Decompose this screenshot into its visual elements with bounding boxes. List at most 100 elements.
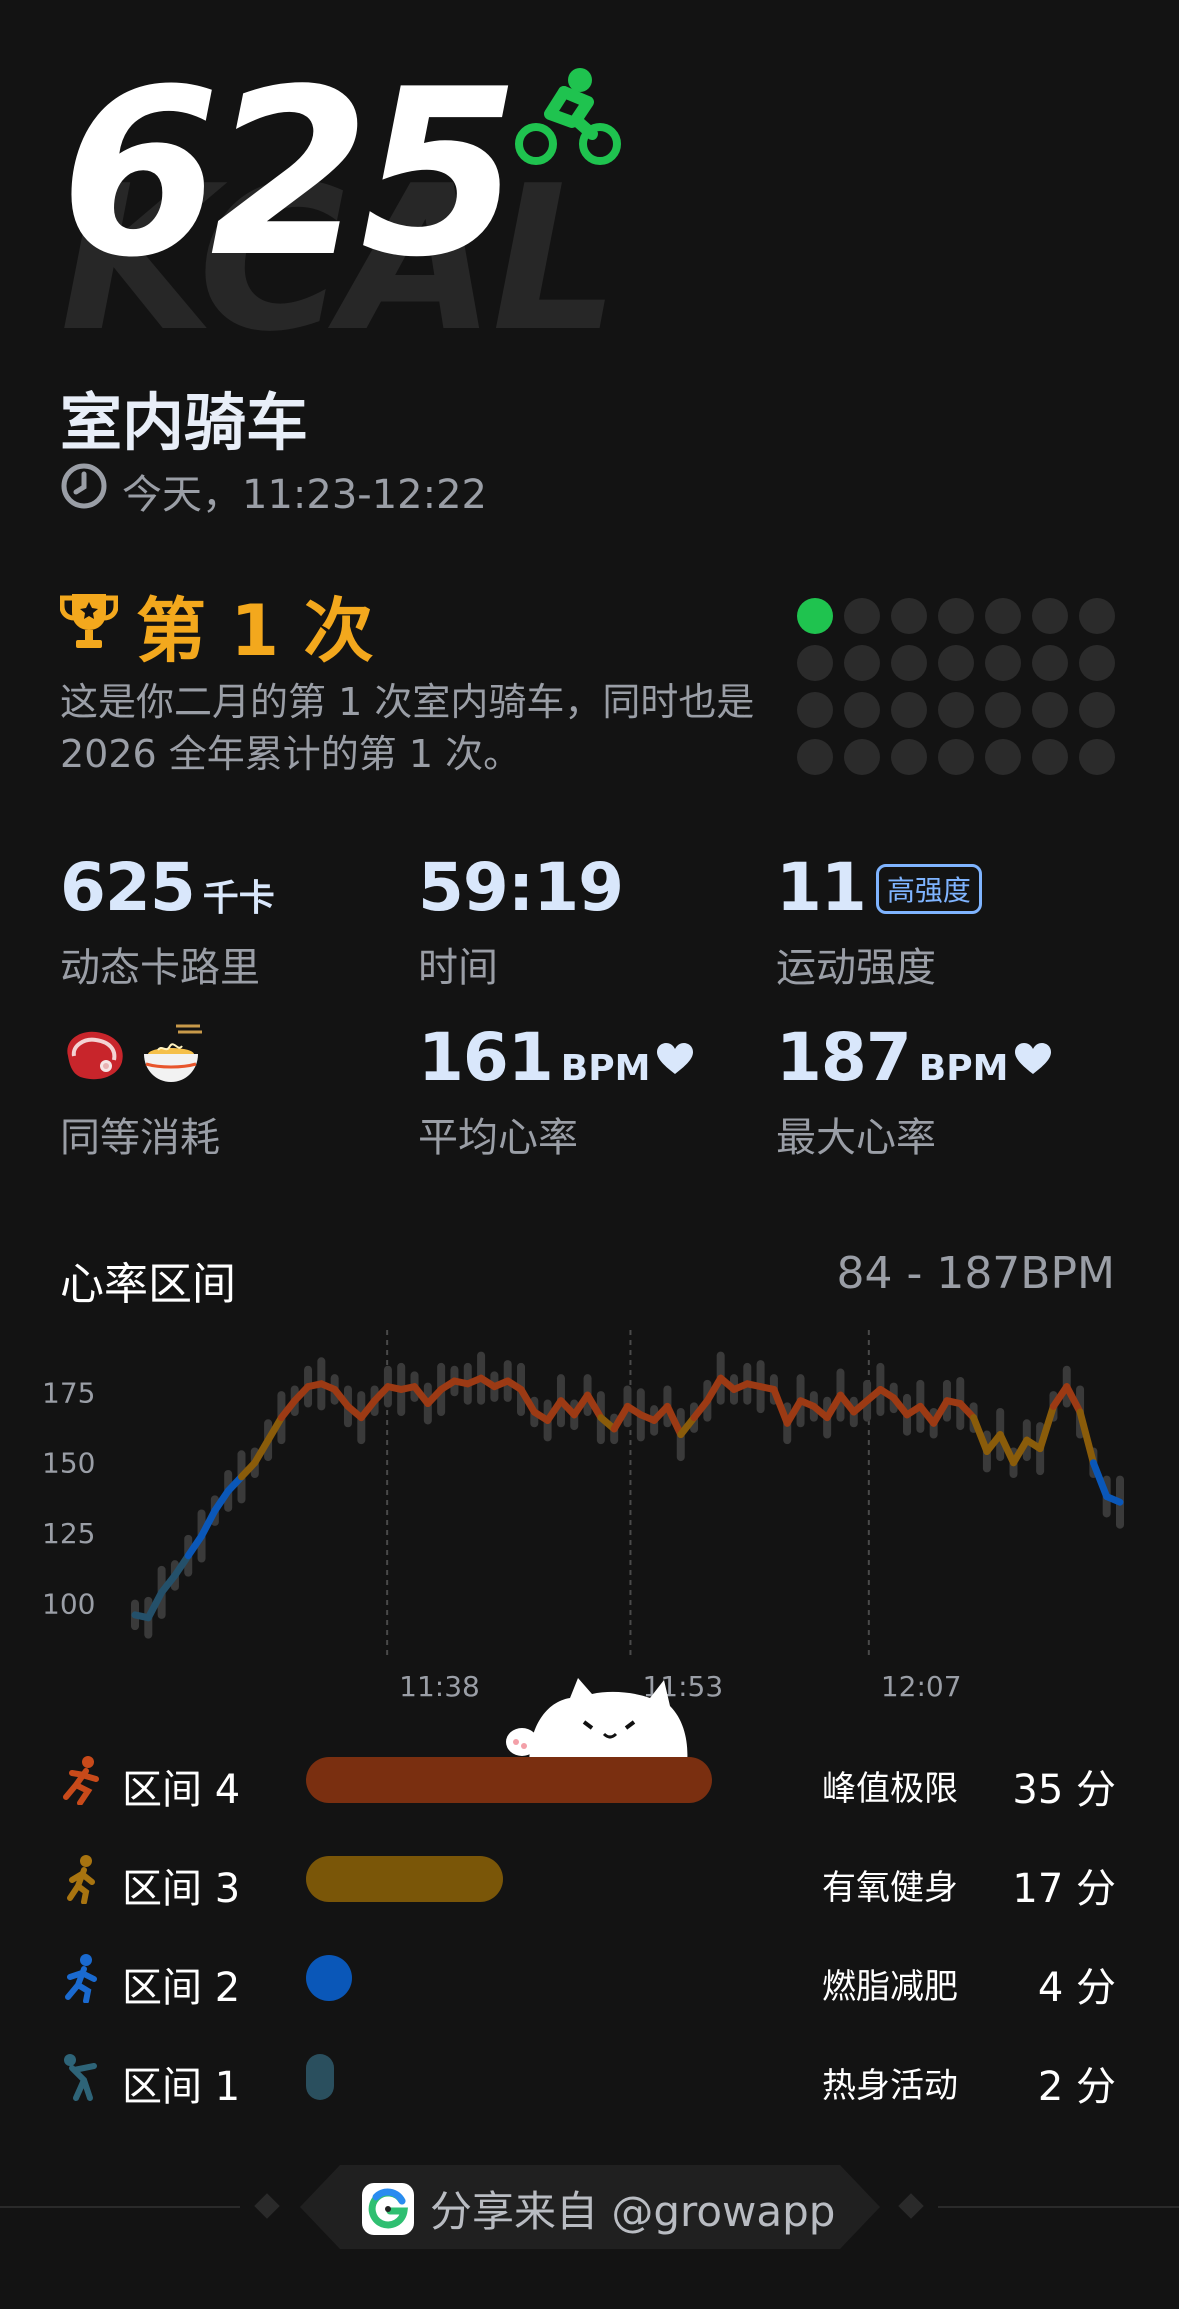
zone-minutes: 2 分 <box>1037 2064 1116 2110</box>
footer-diamond-right <box>898 2193 924 2219</box>
zone-row-2: 区间 2 燃脂减肥 4 分 <box>60 1943 1116 2013</box>
stat-equivalent: 同等消耗 <box>60 1024 220 1163</box>
stat-intensity: 11 高强度 运动强度 <box>776 855 982 993</box>
footer-divider-left <box>0 2206 240 2208</box>
zone-name: 热身活动 <box>822 2066 958 2106</box>
rank-dot <box>1079 739 1115 775</box>
rank-dot <box>985 598 1021 634</box>
rank-dot <box>985 739 1021 775</box>
rank-dot <box>985 645 1021 681</box>
zone-row-1: 区间 1 热身活动 2 分 <box>60 2042 1116 2112</box>
rank-dot <box>1032 645 1068 681</box>
rank-dot <box>1032 692 1068 728</box>
stat-max-hr-unit: BPM <box>918 1048 1009 1089</box>
rank-dot <box>1032 598 1068 634</box>
stat-avg-hr: 161 BPM 平均心率 <box>418 1025 694 1163</box>
rank-dot <box>891 739 927 775</box>
rank-dot <box>844 692 880 728</box>
intensity-badge: 高强度 <box>875 864 982 914</box>
rank-dot <box>844 645 880 681</box>
rank-dot <box>938 598 974 634</box>
stat-avg-hr-unit: BPM <box>560 1048 651 1089</box>
stat-equivalent-label: 同等消耗 <box>60 1115 220 1161</box>
rank-dot <box>1079 598 1115 634</box>
rank-description: 这是你二月的第 1 次室内骑车，同时也是 2026 全年累计的第 1 次。 <box>60 680 755 776</box>
heart-icon <box>656 1042 694 1080</box>
rank-dot <box>844 739 880 775</box>
zone-label: 区间 2 <box>122 1965 241 2011</box>
zone-row-3: 区间 3 有氧健身 17 分 <box>60 1844 1116 1914</box>
activity-time: 今天，11:23-12:22 <box>122 472 487 518</box>
zone-name: 有氧健身 <box>822 1868 958 1908</box>
stat-intensity-value: 11 <box>776 849 867 926</box>
rank-dot <box>797 598 833 634</box>
stat-calories-unit: 千卡 <box>202 878 275 919</box>
heart-icon <box>1014 1042 1052 1080</box>
footer-share-text: 分享来自 @growapp <box>430 2187 836 2236</box>
stat-max-hr-value: 187 <box>776 1019 912 1096</box>
bicycle-icon <box>512 62 622 176</box>
runner-icon <box>60 1755 104 1806</box>
y-tick-label: 175 <box>42 1376 95 1409</box>
heart-rate-title: 心率区间 <box>60 1259 236 1310</box>
y-tick-label: 150 <box>42 1447 95 1480</box>
rank-dot <box>797 645 833 681</box>
stat-avg-hr-label: 平均心率 <box>418 1115 578 1161</box>
noodle-bowl-icon <box>136 1024 206 1092</box>
stat-calories: 625 千卡 动态卡路里 <box>60 855 275 993</box>
steak-icon <box>60 1026 128 1090</box>
rank-dot <box>1032 739 1068 775</box>
x-tick-label: 12:07 <box>881 1670 962 1703</box>
rank-dot <box>938 739 974 775</box>
stat-calories-value: 625 <box>60 849 196 926</box>
rank-dot <box>1079 645 1115 681</box>
rank-row: 第 1 次 <box>59 575 374 676</box>
stat-max-hr: 187 BPM 最大心率 <box>776 1025 1052 1163</box>
rank-dot <box>844 598 880 634</box>
walker-icon <box>60 1953 104 2004</box>
footer-share[interactable]: 分享来自 @growapp <box>362 2178 835 2239</box>
stretch-icon <box>60 2052 104 2102</box>
jogger-icon <box>60 1854 104 1905</box>
rank-dot <box>797 692 833 728</box>
stat-max-hr-label: 最大心率 <box>776 1115 936 1161</box>
grow-logo-icon <box>362 2182 414 2235</box>
heart-rate-chart: 175150125100 11:38 11:53 12:07 <box>42 1330 1124 1703</box>
zone-row-4: 区间 4 峰值极限 35 分 <box>60 1745 1116 1815</box>
rank-dot <box>985 692 1021 728</box>
rank-dot <box>891 692 927 728</box>
footer-diamond-left <box>254 2193 280 2219</box>
zone-name: 峰值极限 <box>822 1769 958 1809</box>
zone-bar <box>306 1757 712 1803</box>
stat-duration-label: 时间 <box>418 945 498 991</box>
stat-duration: 59:19 时间 <box>418 855 624 993</box>
clock-icon <box>60 462 108 520</box>
stat-calories-label: 动态卡路里 <box>60 945 260 991</box>
zone-name: 燃脂减肥 <box>822 1967 958 2007</box>
hero-calories: 625 <box>60 41 520 308</box>
rank-dot <box>938 645 974 681</box>
zone-label: 区间 4 <box>122 1767 241 1813</box>
stat-intensity-label: 运动强度 <box>776 945 936 991</box>
y-tick-label: 100 <box>42 1588 95 1621</box>
rank-dot-grid <box>797 598 1115 775</box>
rank-dot <box>1079 692 1115 728</box>
activity-time-row: 今天，11:23-12:22 <box>60 462 487 520</box>
zone-minutes: 4 分 <box>1037 1965 1116 2011</box>
zone-bar <box>306 2054 334 2100</box>
stat-avg-hr-value: 161 <box>418 1019 554 1096</box>
rank-label: 第 1 次 <box>136 590 374 672</box>
rank-dot <box>891 645 927 681</box>
trophy-icon <box>59 585 119 667</box>
rank-dot <box>938 692 974 728</box>
y-tick-label: 125 <box>42 1517 95 1550</box>
zone-label: 区间 1 <box>122 2064 241 2110</box>
activity-title: 室内骑车 <box>60 386 309 459</box>
rank-dot <box>797 739 833 775</box>
heart-rate-range: 84 - 187BPM <box>836 1248 1115 1299</box>
rank-dot <box>891 598 927 634</box>
zone-minutes: 35 分 <box>1012 1767 1116 1813</box>
zone-bar <box>306 1856 503 1902</box>
zone-minutes: 17 分 <box>1012 1866 1116 1912</box>
zone-label: 区间 3 <box>122 1866 241 1912</box>
